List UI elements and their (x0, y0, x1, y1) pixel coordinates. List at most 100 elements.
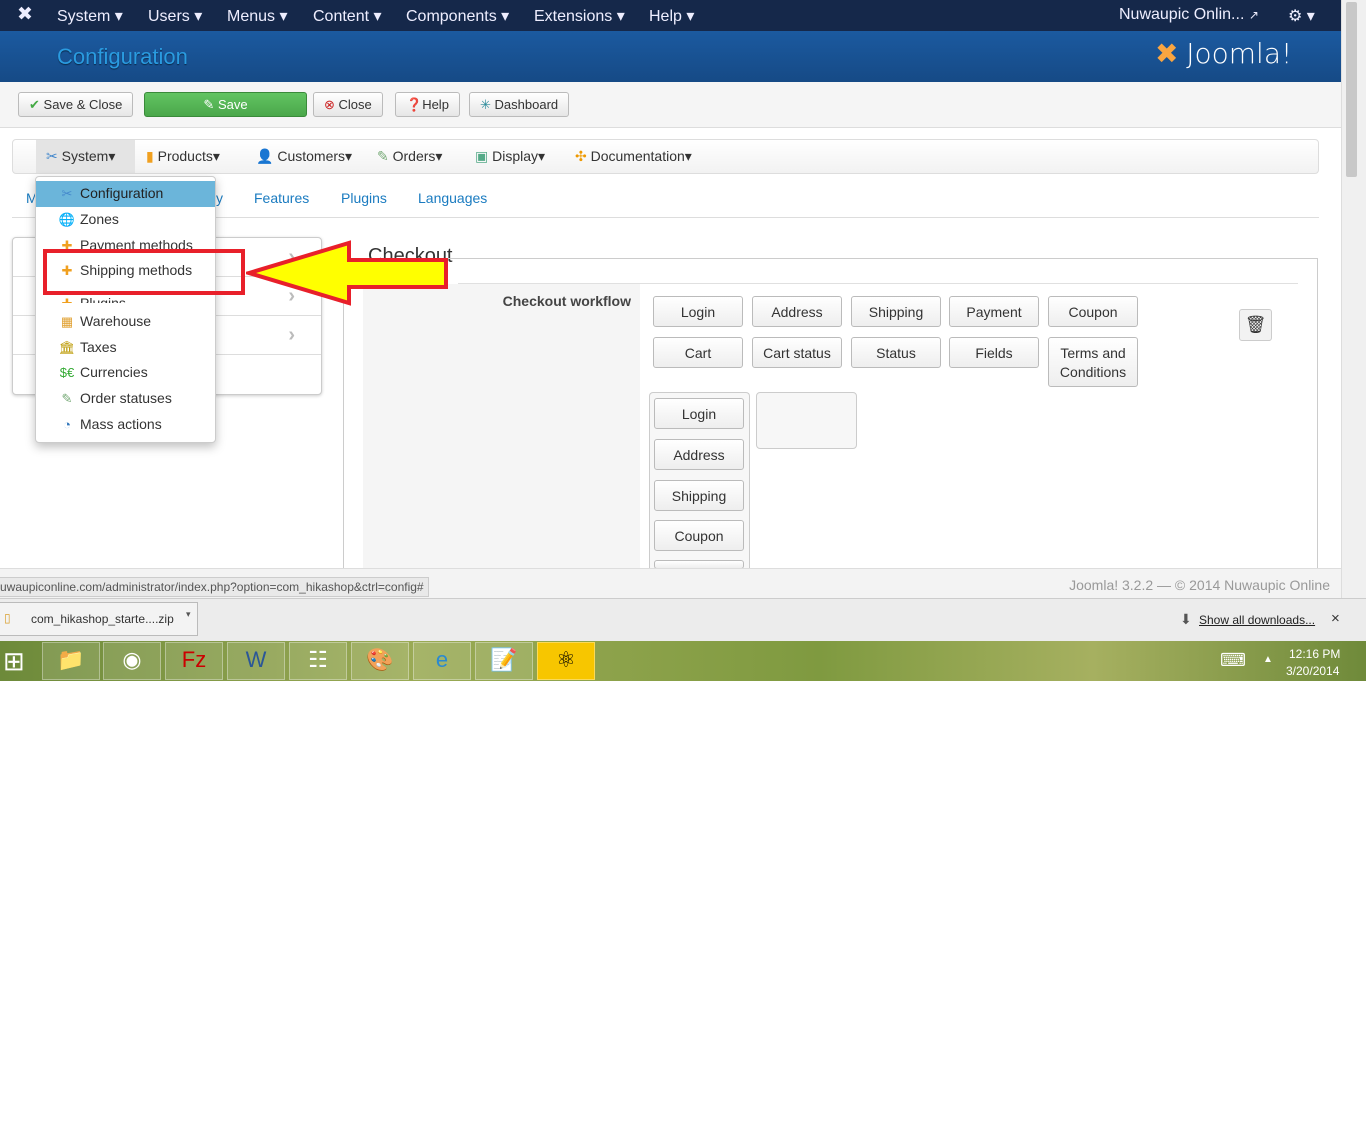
hikashop-menu: ✂ System▾ ▮ Products▾ 👤 Customers▾ ✎ Ord… (12, 139, 1319, 174)
menu-extensions[interactable]: Extensions ▾ (534, 6, 625, 26)
tab-plugins[interactable]: Plugins (341, 190, 387, 206)
close-downloads-button[interactable]: × (1331, 610, 1340, 627)
menu-label: Mass actions (80, 416, 162, 432)
mass-actions-icon: ◔ (63, 417, 71, 432)
workflow-step[interactable]: Cart (653, 337, 743, 368)
tab-partial[interactable]: y (216, 190, 223, 206)
notepad-icon[interactable]: 📝 (475, 642, 533, 680)
menu-item-currencies[interactable]: $€ Currencies (36, 360, 215, 386)
nav-label: System (61, 148, 109, 164)
nav-products[interactable]: ▮ Products▾ (146, 148, 220, 165)
menu-label: Zones (80, 211, 119, 227)
tab-features[interactable]: Features (254, 190, 309, 206)
menu-components[interactable]: Components ▾ (406, 6, 509, 26)
tools-icon: ✂ (46, 148, 58, 164)
menu-item-taxes[interactable]: 🏛 Taxes (36, 335, 215, 361)
menu-label: Menus (227, 8, 276, 25)
nav-orders[interactable]: ✎ Orders▾ (377, 148, 442, 165)
menu-system[interactable]: System ▾ (57, 6, 123, 26)
trash-icon[interactable]: 🗑 (1239, 309, 1272, 341)
word-icon[interactable]: W (227, 642, 285, 680)
menu-item-warehouse[interactable]: ▦ Warehouse (36, 309, 215, 335)
workflow-column: Login Address Shipping Coupon (649, 392, 750, 569)
zip-file-icon: ▯ (4, 611, 11, 625)
menu-menus[interactable]: Menus ▾ (227, 6, 288, 26)
menu-users[interactable]: Users ▾ (148, 6, 202, 26)
gear-icon[interactable]: ⚙ ▾ (1288, 6, 1315, 26)
downloads-bar: ⬇ Show all downloads... × (0, 598, 1366, 641)
workflow-step[interactable]: Coupon (654, 520, 744, 551)
paint-icon[interactable]: 🎨 (351, 642, 409, 680)
app-list-icon[interactable]: ☷ (289, 642, 347, 680)
menu-help[interactable]: Help ▾ (649, 6, 694, 26)
help-button[interactable]: ❓Help (395, 92, 460, 117)
nav-label: Orders (392, 148, 436, 164)
clock-time[interactable]: 12:16 PM (1289, 647, 1340, 661)
filezilla-icon[interactable]: Fz (165, 642, 223, 680)
close-circle-icon: ⊗ (324, 97, 335, 112)
workflow-step[interactable]: Cart status (752, 337, 842, 368)
workflow-step[interactable]: Fields (949, 337, 1039, 368)
menu-item-mass-actions[interactable]: ◔ Mass actions (36, 412, 215, 438)
close-button[interactable]: ⊗ Close (313, 92, 383, 117)
menu-item-order-statuses[interactable]: ✎ Order statuses (36, 386, 215, 412)
button-label: Help (422, 97, 449, 112)
nav-system[interactable]: ✂ System▾ (46, 148, 115, 165)
workflow-step[interactable]: Coupon (1048, 296, 1138, 327)
page-header: Configuration ✖ Joomla! (0, 31, 1341, 82)
scrollbar[interactable] (1341, 0, 1366, 598)
save-button[interactable]: ✎ Save (144, 92, 307, 117)
nav-customers[interactable]: 👤 Customers▾ (256, 148, 352, 165)
button-label: Dashboard (494, 97, 559, 112)
highlight-box (43, 249, 245, 295)
dashboard-button[interactable]: ✳ Dashboard (469, 92, 570, 117)
windows-start-icon[interactable]: ⊞ (3, 646, 25, 677)
show-all-downloads-link[interactable]: Show all downloads... (1199, 613, 1315, 627)
chevron-down-icon[interactable]: ▾ (186, 609, 191, 620)
show-hidden-icons-icon[interactable]: ▲ (1263, 654, 1273, 665)
menu-content[interactable]: Content ▾ (313, 6, 382, 26)
order-status-icon: ✎ (61, 391, 73, 406)
scrollbar-thumb[interactable] (1346, 2, 1357, 177)
workflow-step[interactable]: Shipping (851, 296, 941, 327)
label-cell (363, 284, 640, 568)
nav-display[interactable]: ▣ Display▾ (475, 148, 545, 165)
menu-label: Configuration (80, 185, 164, 201)
keyboard-icon[interactable]: ⌨ (1220, 650, 1246, 671)
nav-label: Products (157, 148, 213, 164)
workflow-step[interactable]: Payment (949, 296, 1039, 327)
tab-languages[interactable]: Languages (418, 190, 487, 206)
atom-app-icon[interactable]: ⚛ (537, 642, 595, 680)
workflow-step[interactable]: Shipping (654, 480, 744, 511)
menu-item-configuration[interactable]: ✂ Configuration (36, 181, 215, 207)
nav-label: Display (492, 148, 539, 164)
workflow-step[interactable]: Login (654, 398, 744, 429)
internet-explorer-icon[interactable]: e (413, 642, 471, 680)
joomla-icon[interactable]: ✖ (17, 3, 33, 26)
workflow-column-empty[interactable] (756, 392, 857, 449)
menu-label: Plugins (80, 295, 126, 303)
workflow-step[interactable]: Terms and Conditions (1048, 337, 1138, 387)
workflow-step[interactable]: Address (752, 296, 842, 327)
button-label: Save (217, 97, 248, 112)
menu-label: Components (406, 8, 497, 25)
file-explorer-icon[interactable]: 📁 (42, 642, 100, 680)
menu-label: Help (649, 8, 682, 25)
nav-documentation[interactable]: ✣ Documentation▾ (575, 148, 692, 165)
site-link[interactable]: Nuwaupic Onlin... ↗ (1119, 6, 1259, 24)
workflow-step[interactable]: Login (653, 296, 743, 327)
workflow-step[interactable]: Status (851, 337, 941, 368)
check-icon: ✔ (29, 97, 40, 112)
arrow-shape (246, 240, 448, 306)
menu-item-zones[interactable]: 🌐 Zones (36, 207, 215, 233)
joomla-logo: ✖ Joomla! (1155, 37, 1293, 70)
admin-menu-bar: ✖ System ▾ Users ▾ Menus ▾ Content ▾ Com… (0, 0, 1341, 31)
chrome-icon[interactable]: ◉ (103, 642, 161, 680)
download-arrow-icon: ⬇ (1180, 611, 1192, 627)
save-close-button[interactable]: ✔ Save & Close (18, 92, 134, 117)
puzzle-icon: ✚ (58, 296, 76, 303)
clock-date[interactable]: 3/20/2014 (1286, 664, 1339, 678)
download-item[interactable]: ▯ com_hikashop_starte....zip ▾ (0, 602, 198, 636)
workflow-step[interactable]: Address (654, 439, 744, 470)
warehouse-icon: ▦ (60, 314, 74, 329)
